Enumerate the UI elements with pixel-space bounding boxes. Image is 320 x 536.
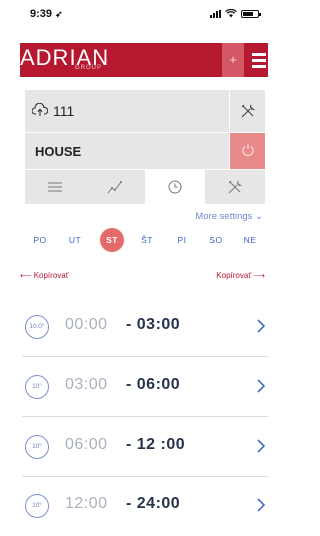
- location-arrow-icon: ➶: [55, 9, 63, 19]
- signal-icon: [210, 9, 221, 18]
- tab-bar: [25, 170, 265, 204]
- battery-icon: [241, 9, 261, 18]
- day-pi[interactable]: PI: [170, 228, 194, 252]
- tab-list[interactable]: [25, 170, 85, 204]
- power-icon: [242, 144, 254, 157]
- device-name-row: HOUSE: [25, 133, 265, 169]
- schedule-row[interactable]: 10.0° 00:00 - 03:00: [22, 297, 268, 357]
- time-start: 12:00: [65, 495, 108, 512]
- device-name: HOUSE: [35, 144, 82, 159]
- chevron-right-icon[interactable]: [256, 378, 266, 394]
- time-end: - 03:00: [126, 316, 181, 333]
- schedule-row[interactable]: 10° 03:00 - 06:00: [22, 357, 268, 417]
- add-button[interactable]: +: [222, 43, 244, 77]
- device-settings-button[interactable]: [229, 90, 265, 132]
- clock-text: 9:39: [30, 8, 53, 20]
- list-icon: [48, 182, 62, 192]
- status-bar: 9:39 ➶: [0, 0, 285, 30]
- time-end: - 24:00: [126, 495, 181, 512]
- day-st-caron[interactable]: ŠT: [135, 228, 159, 252]
- temperature-badge: 10°: [25, 494, 49, 518]
- day-st[interactable]: ST: [100, 228, 124, 252]
- status-icons: [210, 9, 261, 18]
- chevron-right-icon[interactable]: [256, 318, 266, 334]
- chevron-right-icon[interactable]: [256, 438, 266, 454]
- temperature-badge: 10.0°: [25, 315, 49, 339]
- schedule-row[interactable]: 10° 06:00 - 12 :00: [22, 417, 268, 477]
- power-button[interactable]: [229, 133, 265, 169]
- time-start: 00:00: [65, 316, 108, 333]
- time-start: 03:00: [65, 376, 108, 393]
- day-ut[interactable]: UT: [63, 228, 87, 252]
- chart-line-icon: [107, 181, 122, 194]
- day-selector: PO UT ST ŠT PI SO NE: [28, 228, 264, 258]
- device-id: 111: [53, 103, 75, 119]
- cloud-upload-icon: [32, 103, 48, 116]
- temperature-badge: 10°: [25, 375, 49, 399]
- copy-left-link[interactable]: ⟵ Kopírovať: [20, 271, 69, 280]
- chevron-right-icon[interactable]: [256, 497, 266, 513]
- schedule-row[interactable]: 10° 12:00 - 24:00: [22, 476, 268, 536]
- temperature-badge: 10°: [25, 435, 49, 459]
- more-settings-link[interactable]: More settings ⌄: [195, 211, 263, 222]
- tab-clock[interactable]: [145, 170, 205, 204]
- day-po[interactable]: PO: [28, 228, 52, 252]
- time-end: - 12 :00: [126, 436, 186, 453]
- copy-right-link[interactable]: Kopírovať ⟶: [216, 271, 265, 280]
- app-header: ADRIAN GROUP +: [20, 43, 268, 77]
- brand-logo-sub: GROUP: [75, 65, 103, 71]
- tools-icon: [241, 104, 256, 118]
- tab-tools[interactable]: [205, 170, 265, 204]
- time-end: - 06:00: [126, 376, 181, 393]
- day-ne[interactable]: NE: [238, 228, 262, 252]
- time-start: 06:00: [65, 436, 108, 453]
- device-id-row: 111: [25, 90, 265, 132]
- status-time: 9:39 ➶: [30, 8, 63, 20]
- clock-icon: [168, 180, 182, 194]
- tools-icon: [228, 180, 243, 194]
- day-so[interactable]: SO: [204, 228, 228, 252]
- tab-chart[interactable]: [85, 170, 145, 204]
- wifi-icon: [225, 9, 237, 18]
- menu-button[interactable]: [246, 43, 268, 77]
